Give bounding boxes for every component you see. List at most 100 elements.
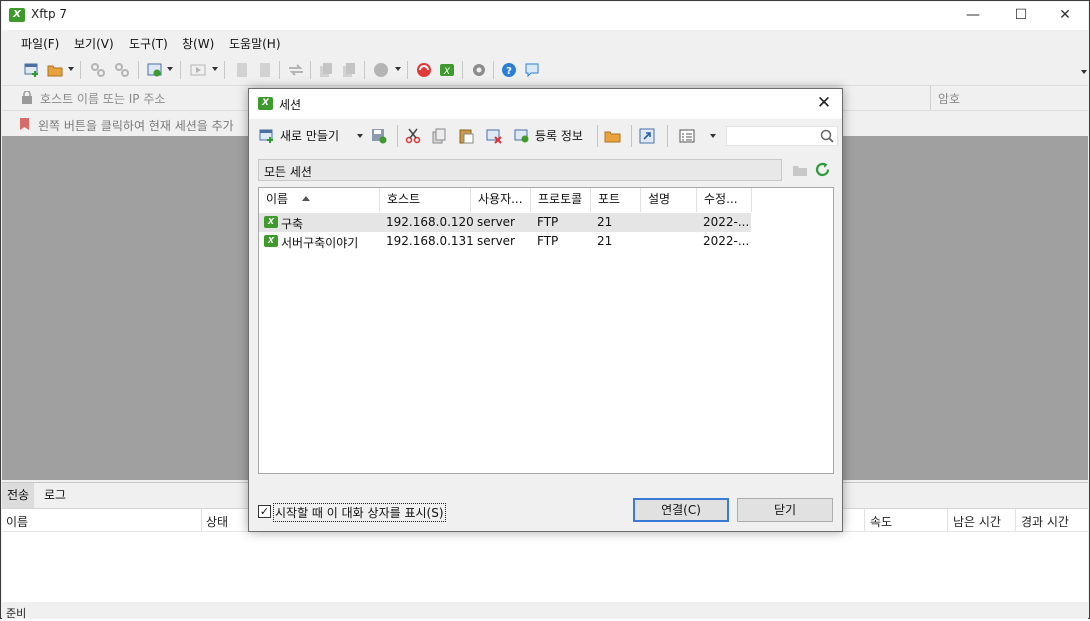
maximize-button[interactable]: ☐ (998, 2, 1044, 30)
title-bar: X Xftp 7 — ☐ ✕ (2, 2, 1088, 30)
col-header-name-label: 이름 (266, 192, 289, 206)
session-modified: 2022-... (703, 215, 750, 229)
session-search-input[interactable] (726, 126, 838, 146)
help-icon[interactable]: ? (501, 62, 517, 78)
svg-text:X: X (443, 67, 451, 77)
tab-log[interactable]: 로그 (39, 483, 71, 508)
session-row[interactable]: X 구축 192.168.0.120 server FTP 21 2022-..… (259, 213, 751, 232)
xftp-logo-icon: X (9, 8, 25, 22)
close-dialog-button[interactable]: 닫기 (737, 498, 833, 522)
search-icon[interactable] (820, 129, 834, 143)
password-input[interactable]: 암호 (938, 90, 960, 107)
delete-session-icon[interactable] (486, 128, 502, 144)
session-name: 구축 (281, 217, 304, 231)
open-folder-icon[interactable] (47, 62, 63, 78)
status-circle-icon (374, 63, 388, 77)
col-header-protocol[interactable]: 프로토콜 (531, 188, 591, 212)
col-header-modified[interactable]: 수정... (697, 188, 752, 212)
session-list: 이름 호스트 사용자... 프로토콜 포트 설명 수정... X 구축 192.… (258, 187, 834, 474)
folder-path: 모든 세션 (264, 165, 312, 179)
document-up-icon (260, 63, 270, 77)
play-icon (190, 64, 206, 76)
open-dropdown-icon[interactable] (68, 67, 74, 71)
tab-transfer[interactable]: 전송 (2, 483, 35, 508)
close-button[interactable]: ✕ (1042, 2, 1088, 30)
session-protocol: FTP (537, 234, 559, 248)
host-input[interactable]: 호스트 이름 또는 IP 주소 (40, 90, 165, 107)
col-speed[interactable]: 속도 (870, 513, 892, 530)
menu-help[interactable]: 도움말(H) (229, 35, 281, 52)
col-name[interactable]: 이름 (6, 513, 28, 530)
disconnect-icon (115, 63, 129, 77)
col-status[interactable]: 상태 (206, 513, 228, 530)
up-folder-icon (793, 166, 807, 176)
session-modified: 2022-... (703, 234, 750, 248)
toolbar-overflow-icon[interactable] (1081, 70, 1087, 74)
session-port: 21 (597, 234, 613, 248)
new-session-icon[interactable] (24, 62, 40, 78)
col-header-port[interactable]: 포트 (591, 188, 641, 212)
xftp-logo-icon: X (258, 97, 273, 110)
properties-dropdown-icon[interactable] (167, 67, 173, 71)
cut-icon[interactable] (405, 128, 421, 144)
session-user: server (477, 215, 515, 229)
session-icon: X (264, 235, 278, 247)
col-header-host[interactable]: 호스트 (380, 188, 471, 212)
copy-icon (320, 63, 332, 77)
connect-icon (91, 63, 105, 77)
shortcut-icon[interactable] (639, 128, 655, 144)
paste-icon[interactable] (458, 128, 474, 144)
new-folder-icon[interactable] (604, 128, 621, 144)
transfer-list (2, 532, 1088, 602)
xftp-icon[interactable]: X (439, 62, 455, 78)
connect-button[interactable]: 연결(C) (633, 498, 729, 522)
menu-view[interactable]: 보기(V) (74, 35, 114, 52)
menu-bar: 파일(F) 보기(V) 도구(T) 창(W) 도움말(H) (2, 31, 1088, 55)
properties-icon[interactable] (514, 128, 530, 144)
feedback-chat-icon[interactable] (524, 62, 540, 78)
settings-gear-icon[interactable] (471, 62, 487, 78)
svg-text:?: ? (506, 66, 512, 77)
menu-window[interactable]: 창(W) (182, 35, 214, 52)
session-icon: X (264, 216, 278, 228)
show-at-startup-label[interactable]: 시작할 때 이 대화 상자를 표시(S) (273, 503, 446, 522)
sort-ascending-icon (302, 196, 310, 201)
save-session-icon[interactable] (371, 128, 387, 144)
view-details-icon[interactable] (679, 129, 695, 143)
new-dropdown-icon[interactable] (357, 134, 363, 138)
session-row[interactable]: X 서버구축이야기 192.168.0.131 server FTP 21 20… (259, 232, 751, 251)
status-bar: 준비 (2, 602, 1088, 620)
session-protocol: FTP (537, 215, 559, 229)
show-at-startup-checkbox[interactable]: ✓ (258, 505, 271, 518)
dialog-close-icon[interactable]: ✕ (811, 92, 837, 116)
col-remaining[interactable]: 남은 시간 (953, 513, 1001, 530)
session-properties-icon[interactable] (147, 62, 163, 78)
col-header-name[interactable]: 이름 (259, 188, 380, 212)
session-host: 192.168.0.131 (386, 234, 474, 248)
document-icon (237, 63, 247, 77)
view-dropdown-icon[interactable] (710, 134, 716, 138)
menu-file[interactable]: 파일(F) (21, 35, 59, 52)
session-dialog: X 세션 ✕ 새로 만들기 등록 정보 모든 세션 이름 호스트 사용자... … (248, 88, 843, 532)
session-name: 서버구축이야기 (281, 236, 359, 250)
session-port: 21 (597, 215, 613, 229)
col-elapsed[interactable]: 경과 시간 (1021, 513, 1069, 530)
new-session-button[interactable]: 새로 만들기 (280, 127, 339, 145)
lock-icon (22, 91, 32, 104)
refresh-icon[interactable] (814, 161, 831, 178)
minimize-button[interactable]: — (950, 2, 996, 30)
play-dropdown-icon (212, 67, 218, 71)
dialog-title: 세션 (279, 98, 302, 112)
copy-icon[interactable] (431, 128, 447, 144)
folder-path-box: 모든 세션 (258, 159, 782, 181)
status-dropdown-icon (395, 67, 401, 71)
col-header-user[interactable]: 사용자... (471, 188, 531, 212)
new-session-icon[interactable] (259, 128, 275, 144)
main-toolbar: X ? (2, 55, 1088, 85)
xshell-icon[interactable] (416, 62, 432, 78)
dialog-title-bar: X 세션 ✕ (249, 89, 842, 119)
col-header-description[interactable]: 설명 (641, 188, 697, 212)
dialog-toolbar: 새로 만들기 등록 정보 (249, 121, 842, 151)
menu-tools[interactable]: 도구(T) (129, 35, 168, 52)
properties-button[interactable]: 등록 정보 (535, 127, 583, 145)
